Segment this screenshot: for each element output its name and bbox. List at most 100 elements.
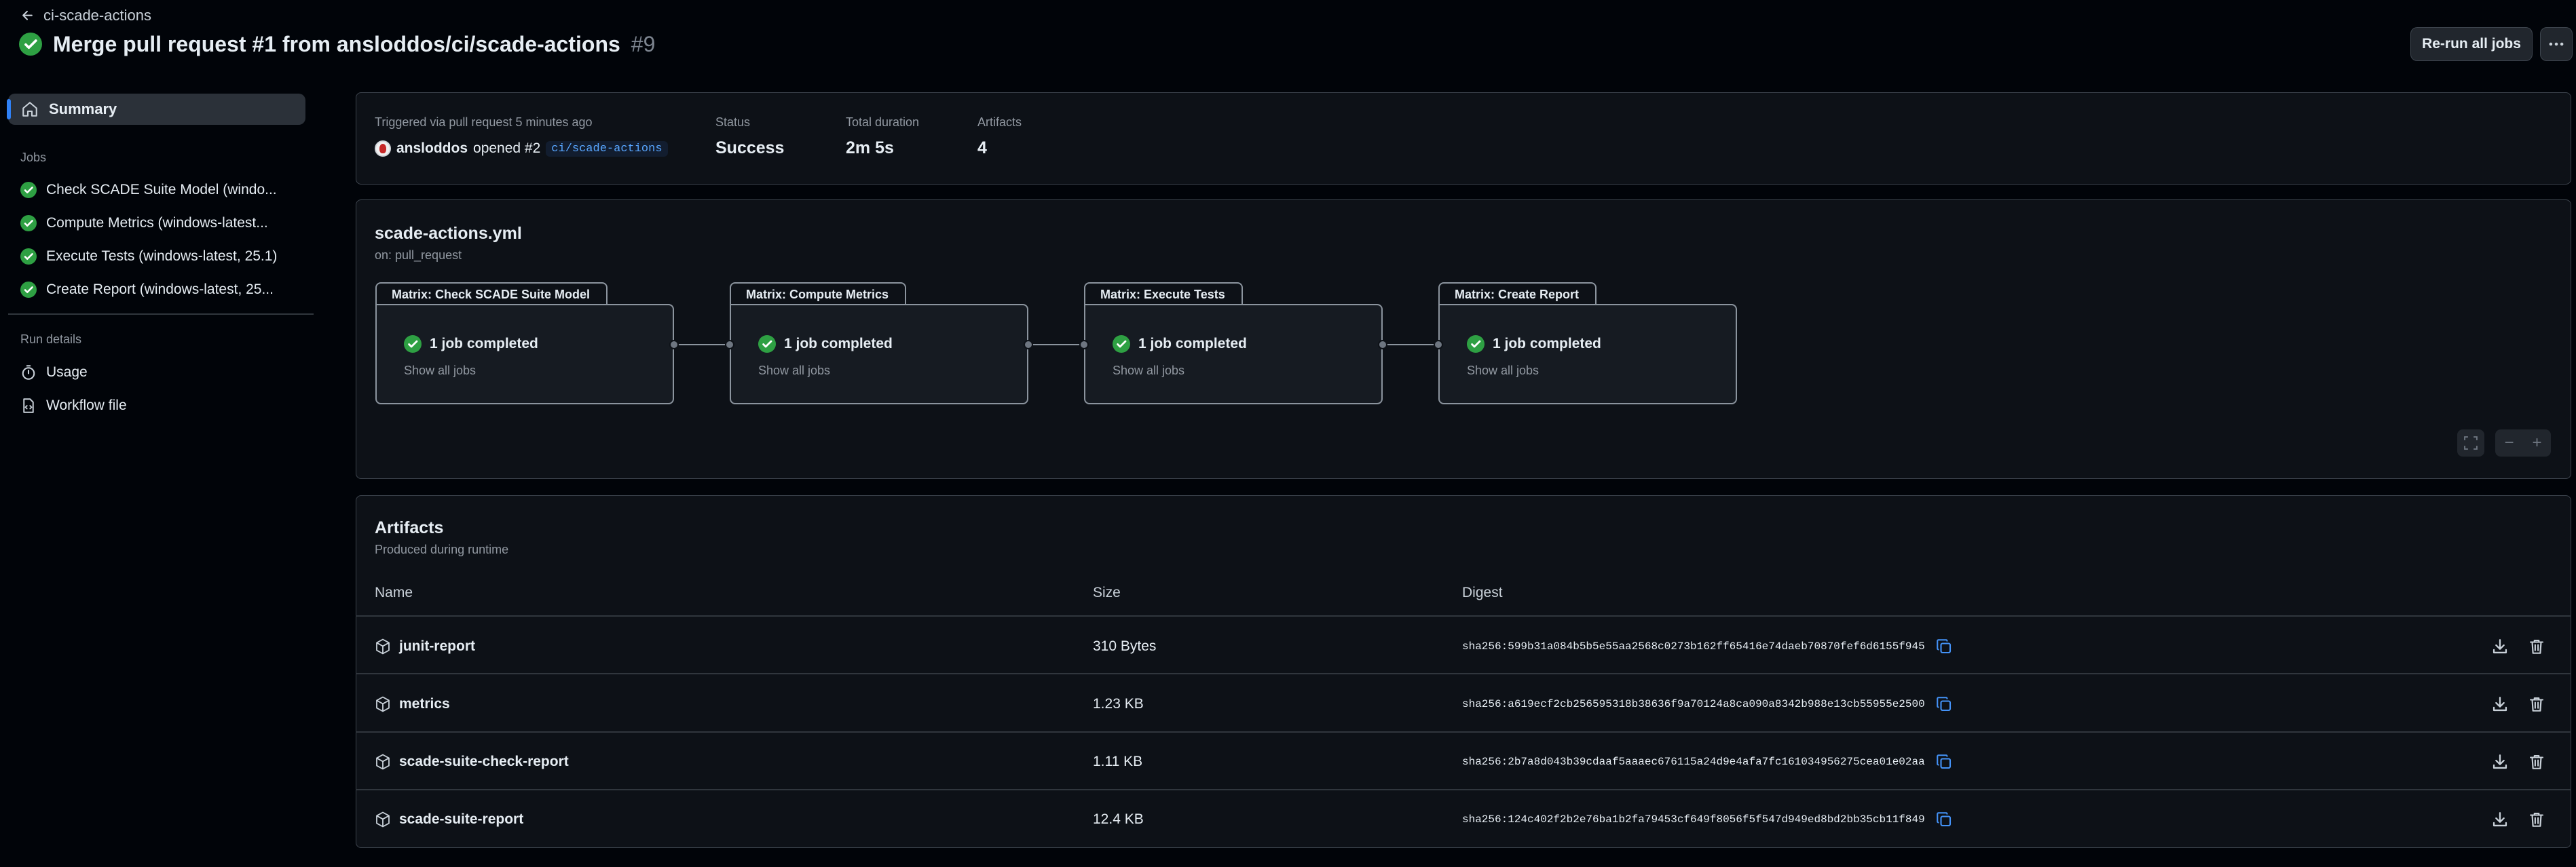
sidebar-item-label: Compute Metrics (windows-latest... — [46, 215, 268, 231]
artifact-name-link[interactable]: scade-suite-report — [399, 811, 523, 828]
zoom-out-icon[interactable]: − — [2504, 434, 2514, 452]
package-icon — [376, 638, 390, 655]
row-divider — [356, 615, 2571, 617]
sidebar-item-job-execute-tests[interactable]: Execute Tests (windows-latest, 25.1) — [20, 243, 299, 270]
sidebar-item-job-create-report[interactable]: Create Report (windows-latest, 25... — [20, 276, 299, 303]
check-circle-icon — [1467, 335, 1485, 353]
jobs-heading: Jobs — [20, 151, 47, 164]
artifacts-title: Artifacts — [375, 518, 444, 537]
job-group-tab: Matrix: Create Report — [1438, 282, 1597, 305]
connector-dot — [669, 340, 679, 349]
active-indicator — [7, 99, 11, 119]
back-link-label: ci-scade-actions — [43, 7, 151, 24]
trigger-action[interactable]: opened #2 — [473, 140, 540, 157]
trash-icon[interactable] — [2528, 811, 2545, 828]
back-link[interactable]: ci-scade-actions — [20, 5, 151, 26]
job-group-check-model[interactable]: 1 job completed Show all jobs — [375, 304, 674, 404]
check-circle-icon — [404, 335, 422, 353]
artifact-digest: sha256:2b7a8d043b39cdaaf5aaaec676115a24d… — [1462, 752, 1952, 772]
run-summary-panel — [356, 92, 2571, 185]
zoom-in-icon[interactable]: + — [2532, 434, 2541, 452]
screen-full-icon — [2464, 436, 2478, 450]
artifact-size: 1.23 KB — [1093, 696, 1144, 712]
sidebar-item-job-compute-metrics[interactable]: Compute Metrics (windows-latest... — [20, 210, 299, 237]
trigger-details: ansloddos opened #2 ci/scade-actions — [375, 138, 668, 159]
job-status-text: 1 job completed — [1138, 336, 1247, 351]
connector-dot — [1079, 340, 1089, 349]
trigger-text: Triggered via pull request 5 minutes ago — [375, 115, 593, 129]
sidebar-item-summary[interactable]: Summary — [7, 94, 305, 125]
trash-icon[interactable] — [2528, 753, 2545, 771]
download-icon[interactable] — [2491, 811, 2509, 828]
table-row: scade-suite-check-report — [375, 752, 569, 772]
job-group-execute-tests[interactable]: 1 job completed Show all jobs — [1084, 304, 1383, 404]
trigger-user[interactable]: ansloddos — [396, 140, 468, 157]
job-status-text: 1 job completed — [430, 336, 538, 351]
sidebar-item-workflow-file[interactable]: Workflow file — [20, 392, 299, 419]
job-group-compute-metrics[interactable]: 1 job completed Show all jobs — [730, 304, 1028, 404]
copy-icon[interactable] — [1936, 811, 1952, 828]
connector-dot — [725, 340, 734, 349]
job-connector — [674, 344, 730, 345]
table-row: scade-suite-report — [375, 809, 523, 830]
trash-icon[interactable] — [2528, 695, 2545, 713]
status-value: Success — [715, 138, 785, 157]
column-header-name: Name — [375, 585, 413, 600]
check-circle-icon — [20, 182, 37, 198]
check-circle-icon — [758, 335, 776, 353]
digest-text: sha256:599b31a084b5b5e55aa2568c0273b162f… — [1462, 640, 1925, 653]
arrow-left-icon — [22, 10, 33, 20]
duration-value[interactable]: 2m 5s — [846, 138, 894, 158]
check-circle-icon — [19, 33, 42, 56]
more-options-button[interactable] — [2540, 27, 2573, 61]
show-all-jobs-link[interactable]: Show all jobs — [1467, 364, 1539, 378]
branch-label[interactable]: ci/scade-actions — [546, 140, 668, 157]
job-status-text: 1 job completed — [784, 336, 893, 351]
artifact-size: 310 Bytes — [1093, 638, 1157, 654]
connector-dot — [1024, 340, 1033, 349]
sidebar-item-usage[interactable]: Usage — [20, 359, 299, 386]
copy-icon[interactable] — [1936, 638, 1952, 655]
status-label: Status — [715, 115, 751, 129]
digest-text: sha256:2b7a8d043b39cdaaf5aaaec676115a24d… — [1462, 756, 1925, 768]
artifacts-count-value[interactable]: 4 — [977, 138, 987, 158]
show-all-jobs-link[interactable]: Show all jobs — [404, 364, 476, 378]
artifacts-panel — [356, 495, 2571, 848]
show-all-jobs-link[interactable]: Show all jobs — [758, 364, 830, 378]
run-title-row: Merge pull request #1 from ansloddos/ci/… — [19, 27, 655, 61]
job-connector — [1383, 344, 1438, 345]
download-icon[interactable] — [2491, 753, 2509, 771]
artifact-digest: sha256:124c402f2b2e76ba1b2fa79453cf649f8… — [1462, 809, 1952, 830]
copy-icon[interactable] — [1936, 696, 1952, 712]
show-all-jobs-link[interactable]: Show all jobs — [1113, 364, 1184, 378]
sidebar-item-label: Create Report (windows-latest, 25... — [46, 282, 274, 297]
sidebar-item-label: Summary — [49, 100, 117, 117]
row-divider — [356, 673, 2571, 674]
artifact-name-link[interactable]: junit-report — [399, 638, 475, 655]
artifact-name-link[interactable]: metrics — [399, 696, 450, 712]
run-number: #9 — [631, 31, 656, 56]
digest-text: sha256:124c402f2b2e76ba1b2fa79453cf649f8… — [1462, 813, 1925, 826]
check-circle-icon — [20, 282, 37, 298]
package-icon — [376, 696, 390, 712]
run-details-heading: Run details — [20, 332, 82, 346]
stopwatch-icon — [22, 365, 35, 380]
artifact-name-link[interactable]: scade-suite-check-report — [399, 754, 569, 770]
artifact-size: 1.11 KB — [1093, 754, 1143, 769]
sidebar-item-label: Execute Tests (windows-latest, 25.1) — [46, 248, 278, 264]
sidebar-item-job-check-model[interactable]: Check SCADE Suite Model (windo... — [20, 176, 299, 204]
rerun-all-jobs-button[interactable]: Re-run all jobs — [2410, 27, 2533, 61]
copy-icon[interactable] — [1936, 754, 1952, 770]
check-circle-icon — [20, 248, 37, 265]
fullscreen-button[interactable] — [2457, 429, 2484, 457]
trash-icon[interactable] — [2528, 638, 2545, 655]
download-icon[interactable] — [2491, 638, 2509, 655]
job-group-create-report[interactable]: 1 job completed Show all jobs — [1438, 304, 1737, 404]
job-status-text: 1 job completed — [1493, 336, 1601, 351]
job-group-tab: Matrix: Check SCADE Suite Model — [375, 282, 608, 305]
row-divider — [356, 731, 2571, 733]
download-icon[interactable] — [2491, 695, 2509, 713]
sidebar-divider — [8, 313, 314, 315]
column-header-size: Size — [1093, 585, 1121, 600]
home-icon — [22, 102, 37, 117]
